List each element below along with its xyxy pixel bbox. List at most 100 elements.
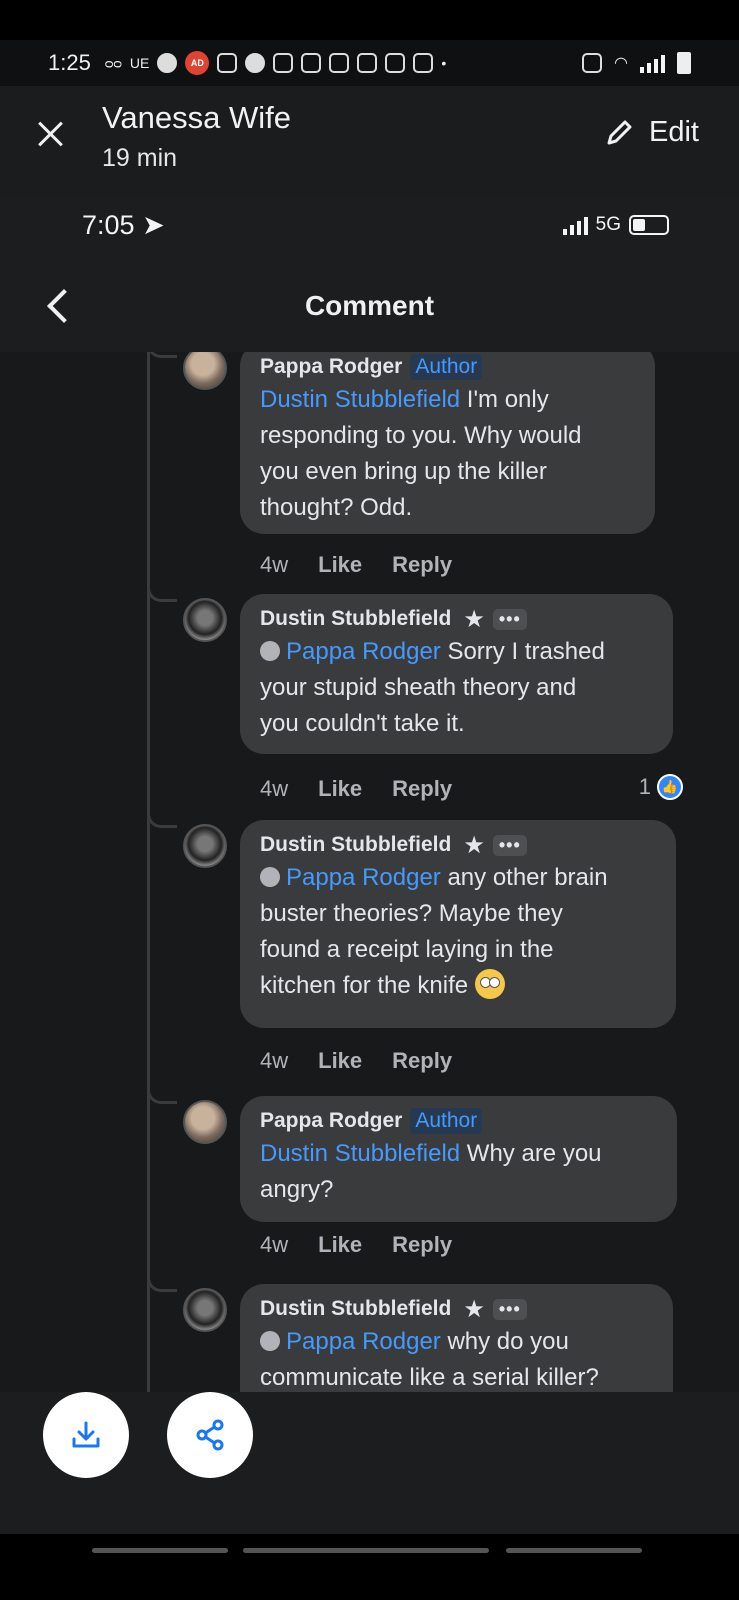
share-icon (196, 1419, 224, 1451)
system-nav-bar (0, 1534, 739, 1600)
home-handle[interactable] (243, 1548, 489, 1553)
like-button[interactable]: Like (318, 776, 362, 802)
author-badge: Author (410, 354, 483, 380)
mention-link[interactable]: Pappa Rodger (286, 638, 441, 665)
avatar[interactable] (183, 824, 227, 868)
comment-author[interactable]: Dustin Stubblefield (260, 833, 451, 857)
instagram-icon (385, 53, 406, 73)
comment-text: Pappa Rodger why do you communicate like… (260, 1328, 599, 1391)
signal-icon (640, 53, 665, 73)
close-icon[interactable] (34, 118, 66, 150)
top-fan-star-icon: ★ (463, 1295, 485, 1323)
mention-check-icon (260, 867, 280, 887)
more-options-button[interactable]: ••• (492, 834, 527, 856)
author-badge: Author (410, 1108, 483, 1134)
avatar[interactable] (183, 598, 227, 642)
comment-author[interactable]: Pappa Rodger (260, 1109, 402, 1133)
mention-link[interactable]: Dustin Stubblefield (260, 1140, 460, 1167)
top-fan-star-icon: ★ (463, 831, 485, 859)
wifi-icon: ◠ (614, 55, 628, 72)
reply-button[interactable]: Reply (392, 1048, 452, 1074)
carrier-label: UE (129, 55, 150, 71)
signal-icon (562, 215, 588, 235)
back-handle[interactable] (506, 1548, 642, 1553)
comment-thread[interactable]: Pappa Rodger Author Dustin Stubblefield … (0, 352, 739, 1392)
comment-age: 4w (260, 552, 289, 577)
comment-bubble[interactable]: Pappa Rodger Author Dustin Stubblefield … (240, 1096, 677, 1222)
home-icon (217, 53, 238, 73)
network-label: 5G (595, 214, 621, 235)
reaction-count[interactable]: 1 👍 (639, 774, 683, 800)
comment-bubble[interactable]: Dustin Stubblefield ★ ••• Pappa Rodger S… (240, 594, 673, 754)
recents-handle[interactable] (92, 1548, 228, 1553)
comment-actions: 4w Like Reply (260, 1232, 452, 1258)
comment-age: 4w (260, 1048, 289, 1073)
like-button[interactable]: Like (318, 552, 362, 578)
share-button[interactable] (167, 1392, 253, 1478)
comment-actions: 4w Like Reply (260, 776, 452, 802)
avatar[interactable] (183, 352, 227, 390)
edit-label: Edit (649, 116, 699, 148)
gmail-icon (413, 53, 434, 73)
comment-author[interactable]: Dustin Stubblefield (260, 1297, 451, 1321)
more-options-button[interactable]: ••• (492, 608, 527, 630)
mention-link[interactable]: Pappa Rodger (286, 1328, 441, 1355)
thread-connector (147, 352, 177, 358)
bottom-bar (0, 1392, 739, 1534)
comment-author[interactable]: Pappa Rodger (260, 355, 402, 379)
reply-button[interactable]: Reply (392, 552, 452, 578)
reply-button[interactable]: Reply (392, 1232, 452, 1258)
download-icon (72, 1421, 100, 1448)
mention-link[interactable]: Pappa Rodger (286, 864, 441, 891)
battery-icon (677, 52, 691, 74)
thread-connector (147, 582, 177, 602)
instagram-icon (329, 53, 350, 73)
reply-button[interactable]: Reply (392, 776, 452, 802)
instagram-icon (357, 53, 378, 73)
comment-bubble[interactable]: Dustin Stubblefield ★ ••• Pappa Rodger w… (240, 1284, 673, 1392)
thread-connector (147, 808, 177, 828)
mention-check-icon (260, 1331, 280, 1351)
download-button[interactable] (43, 1392, 129, 1478)
messenger-icon (157, 53, 178, 73)
comment-text: Dustin Stubblefield Why are you angry? (260, 1140, 602, 1203)
thread-connector (147, 1272, 177, 1292)
outer-status-bar: 1:25 ᴑᴑ UE AD • ◠ (0, 40, 739, 86)
thread-line (147, 352, 150, 1392)
battery-icon (629, 215, 669, 235)
avatar[interactable] (183, 1288, 227, 1332)
outer-clock: 1:25 (48, 50, 91, 75)
comment-bubble[interactable]: Dustin Stubblefield ★ ••• Pappa Rodger a… (240, 820, 676, 1028)
like-button[interactable]: Like (318, 1048, 362, 1074)
reddit-icon (245, 53, 266, 73)
instagram-icon (301, 53, 322, 73)
like-button[interactable]: Like (318, 1232, 362, 1258)
comment-age: 4w (260, 776, 289, 801)
pencil-icon (607, 120, 632, 144)
lock-icon (582, 53, 603, 73)
inner-clock: 7:05 ➤ (82, 210, 165, 240)
contact-title: Vanessa Wife (102, 100, 291, 135)
page-title: Comment (304, 290, 435, 321)
comment-bubble[interactable]: Pappa Rodger Author Dustin Stubblefield … (240, 352, 655, 534)
avatar[interactable] (183, 1100, 227, 1144)
voicemail-icon: ᴑᴑ (104, 55, 122, 71)
comment-author[interactable]: Dustin Stubblefield (260, 607, 451, 631)
notification-icons: ᴑᴑ UE AD • (105, 51, 446, 75)
comment-age: 4w (260, 1232, 289, 1257)
comment-nav-bar: Comment (0, 270, 739, 350)
comment-text: Pappa Rodger any other brain buster theo… (260, 864, 608, 999)
thread-connector (147, 1084, 177, 1104)
edit-button[interactable]: Edit (603, 116, 699, 149)
timestamp: 19 min (102, 144, 178, 172)
comment-actions: 4w Like Reply (260, 1048, 452, 1074)
mention-link[interactable]: Dustin Stubblefield (260, 386, 460, 413)
mention-check-icon (260, 641, 280, 661)
eye-roll-emoji-icon (474, 969, 505, 999)
more-options-button[interactable]: ••• (492, 1298, 527, 1320)
thumbs-up-icon: 👍 (657, 774, 683, 800)
instagram-icon (273, 53, 294, 73)
comment-text: Pappa Rodger Sorry I trashed your stupid… (260, 638, 605, 737)
dot-icon: • (441, 55, 447, 71)
comment-text: Dustin Stubblefield I'm only responding … (260, 386, 582, 521)
